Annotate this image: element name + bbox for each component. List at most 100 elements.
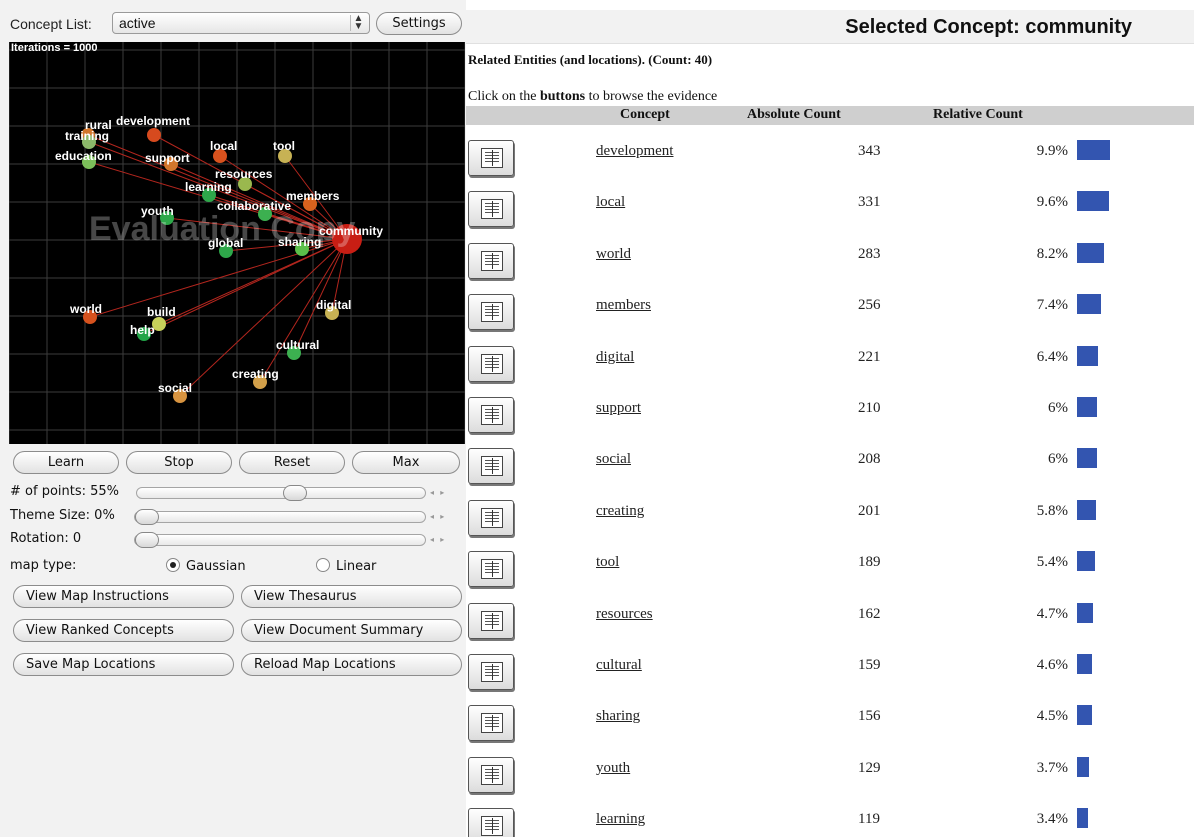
points-slider-thumb[interactable] — [283, 485, 307, 501]
points-slider-label: # of points: 55% — [10, 484, 120, 499]
points-scroll-arrows-icon[interactable]: ◂ ▸ — [430, 488, 446, 497]
document-icon — [481, 816, 503, 836]
iterations-label: Iterations = 1000 — [11, 42, 98, 54]
save-map-locations-button[interactable]: Save Map Locations — [13, 653, 234, 676]
gaussian-option[interactable]: Gaussian — [166, 558, 246, 574]
absolute-count: 201 — [858, 503, 881, 519]
evidence-button[interactable] — [468, 757, 514, 793]
view-thesaurus-button[interactable]: View Thesaurus — [241, 585, 462, 608]
view-document-summary-button[interactable]: View Document Summary — [241, 619, 462, 642]
rotation-scroll-arrows-icon[interactable]: ◂ ▸ — [430, 535, 446, 544]
settings-button[interactable]: Settings — [376, 12, 462, 35]
gaussian-radio[interactable] — [166, 558, 180, 572]
document-icon — [481, 456, 503, 476]
evidence-button[interactable] — [468, 191, 514, 227]
linear-label: Linear — [336, 559, 377, 574]
relative-count-bar — [1077, 294, 1102, 314]
document-icon — [481, 662, 503, 682]
relative-count: 9.6% — [1036, 194, 1068, 210]
evidence-button[interactable] — [468, 448, 514, 484]
left-panel: Concept List: active ▲ ▼ Settings rural tr… — [0, 0, 466, 837]
linear-option[interactable]: Linear — [316, 558, 376, 574]
document-icon — [481, 765, 503, 785]
map-node[interactable] — [147, 128, 161, 142]
table-row: tool 189 5.4% — [466, 551, 1194, 599]
rotation-slider-thumb[interactable] — [135, 532, 159, 548]
relative-count: 4.6% — [1036, 657, 1068, 673]
reset-button[interactable]: Reset — [239, 451, 345, 474]
absolute-count: 343 — [858, 143, 881, 159]
select-arrows-icon: ▲ ▼ — [350, 14, 366, 32]
map-node-label: training — [65, 129, 109, 143]
relative-count-bar — [1077, 448, 1097, 468]
document-icon — [481, 354, 503, 374]
table-row: digital 221 6.4% — [466, 346, 1194, 394]
concept-link[interactable]: social — [596, 451, 631, 468]
concept-link[interactable]: youth — [596, 760, 630, 777]
max-button[interactable]: Max — [352, 451, 460, 474]
evidence-button[interactable] — [468, 654, 514, 690]
linear-radio[interactable] — [316, 558, 330, 572]
theme-size-slider[interactable] — [134, 509, 426, 525]
concept-link[interactable]: creating — [596, 503, 644, 520]
table-row: sharing 156 4.5% — [466, 705, 1194, 753]
relative-count: 3.7% — [1036, 760, 1068, 776]
map-edge — [143, 238, 348, 335]
table-row: cultural 159 4.6% — [466, 654, 1194, 702]
relative-count: 4.7% — [1036, 606, 1068, 622]
map-node-label: cultural — [276, 338, 319, 352]
concept-list-select[interactable]: active ▲ ▼ — [112, 12, 370, 34]
concept-link[interactable]: resources — [596, 606, 653, 623]
rotation-label: Rotation: 0 — [10, 531, 82, 546]
relative-count-bar — [1077, 140, 1110, 160]
relative-count-bar — [1077, 243, 1105, 263]
evidence-button[interactable] — [468, 808, 514, 837]
rotation-slider[interactable] — [134, 532, 426, 548]
evidence-button[interactable] — [468, 243, 514, 279]
evidence-button[interactable] — [468, 346, 514, 382]
theme-scroll-arrows-icon[interactable]: ◂ ▸ — [430, 512, 446, 521]
relative-count: 3.4% — [1036, 811, 1068, 827]
view-ranked-concepts-button[interactable]: View Ranked Concepts — [13, 619, 234, 642]
evidence-button[interactable] — [468, 397, 514, 433]
concept-link[interactable]: world — [596, 246, 631, 263]
evidence-button[interactable] — [468, 500, 514, 536]
concept-link[interactable]: digital — [596, 349, 634, 366]
evidence-button[interactable] — [468, 551, 514, 587]
concept-link[interactable]: learning — [596, 811, 645, 828]
relative-count: 4.5% — [1036, 708, 1068, 724]
relative-count-bar — [1077, 346, 1099, 366]
concept-list-value: active — [119, 15, 156, 31]
concept-link[interactable]: tool — [596, 554, 619, 571]
relative-count: 8.2% — [1036, 246, 1068, 262]
evidence-button[interactable] — [468, 603, 514, 639]
concept-link[interactable]: cultural — [596, 657, 642, 674]
stop-button[interactable]: Stop — [126, 451, 232, 474]
concept-link[interactable]: support — [596, 400, 641, 417]
concept-link[interactable]: sharing — [596, 708, 640, 725]
concept-link[interactable]: members — [596, 297, 651, 314]
view-map-instructions-button[interactable]: View Map Instructions — [13, 585, 234, 608]
table-row: support 210 6% — [466, 397, 1194, 445]
absolute-count: 119 — [858, 811, 880, 827]
map-type-label: map type: — [10, 558, 77, 573]
concept-link[interactable]: local — [596, 194, 625, 211]
evaluation-watermark: Evaluation Copy — [89, 210, 356, 248]
table-row: members 256 7.4% — [466, 294, 1194, 342]
map-node-label: support — [145, 151, 190, 165]
table-row: local 331 9.6% — [466, 191, 1194, 239]
concept-link[interactable]: development — [596, 143, 673, 160]
learn-button[interactable]: Learn — [13, 451, 119, 474]
evidence-button[interactable] — [468, 294, 514, 330]
absolute-count: 129 — [858, 760, 881, 776]
reload-map-locations-button[interactable]: Reload Map Locations — [241, 653, 462, 676]
points-slider[interactable] — [136, 485, 426, 501]
map-node-label: build — [147, 305, 176, 319]
evidence-button[interactable] — [468, 705, 514, 741]
map-node-label: digital — [316, 298, 351, 312]
relative-count-bar — [1077, 191, 1109, 211]
selected-concept-title: Selected Concept: community — [845, 16, 1132, 38]
evidence-button[interactable] — [468, 140, 514, 176]
concept-map[interactable]: rural training development education support… — [9, 42, 465, 444]
theme-size-slider-thumb[interactable] — [135, 509, 159, 525]
